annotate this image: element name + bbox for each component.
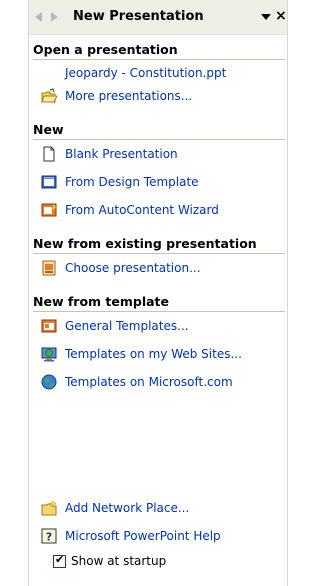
show-at-startup-label: Show at startup bbox=[71, 554, 167, 568]
general-templates-label: General Templates... bbox=[65, 319, 189, 333]
show-at-startup-checkbox[interactable]: ✔ bbox=[53, 553, 66, 568]
help-icon: ? bbox=[41, 528, 57, 544]
section-template-heading: New from template bbox=[33, 294, 285, 312]
more-presentations-label: More presentations... bbox=[65, 89, 193, 103]
task-pane: New Presentation × Open a presentation J… bbox=[28, 0, 288, 586]
dropdown-arrow-icon[interactable] bbox=[261, 14, 271, 20]
svg-text:?: ? bbox=[46, 531, 52, 544]
design-template-label: From Design Template bbox=[65, 175, 199, 189]
choose-presentation-label: Choose presentation... bbox=[65, 261, 201, 275]
blank-presentation-label: Blank Presentation bbox=[65, 147, 178, 161]
forward-arrow-icon[interactable] bbox=[51, 12, 58, 22]
add-network-place-label: Add Network Place... bbox=[65, 501, 190, 515]
powerpoint-help-label: Microsoft PowerPoint Help bbox=[65, 529, 221, 543]
section-existing-heading: New from existing presentation bbox=[33, 236, 285, 254]
section-open-heading: Open a presentation bbox=[33, 42, 285, 60]
network-place-icon bbox=[41, 500, 57, 516]
design-template-icon bbox=[41, 175, 57, 189]
recent-file-link[interactable]: Jeopardy - Constitution.ppt bbox=[65, 66, 226, 80]
section-new-heading: New bbox=[33, 122, 285, 140]
close-button[interactable]: × bbox=[275, 7, 287, 25]
task-pane-titlebar: New Presentation × bbox=[29, 0, 287, 35]
task-pane-title: New Presentation bbox=[73, 9, 204, 24]
back-arrow-icon[interactable] bbox=[35, 12, 42, 22]
microsoft-templates-label: Templates on Microsoft.com bbox=[65, 375, 233, 389]
web-site-templates-label: Templates on my Web Sites... bbox=[65, 347, 242, 361]
autocontent-wizard-icon bbox=[41, 203, 57, 217]
open-folder-icon bbox=[41, 88, 57, 103]
blank-page-icon bbox=[43, 146, 55, 162]
general-templates-icon bbox=[41, 319, 57, 333]
web-sites-icon bbox=[41, 347, 57, 362]
existing-presentation-icon bbox=[42, 260, 56, 276]
globe-icon bbox=[41, 374, 57, 390]
checkmark-icon: ✔ bbox=[55, 553, 65, 566]
autocontent-wizard-label: From AutoContent Wizard bbox=[65, 203, 219, 217]
